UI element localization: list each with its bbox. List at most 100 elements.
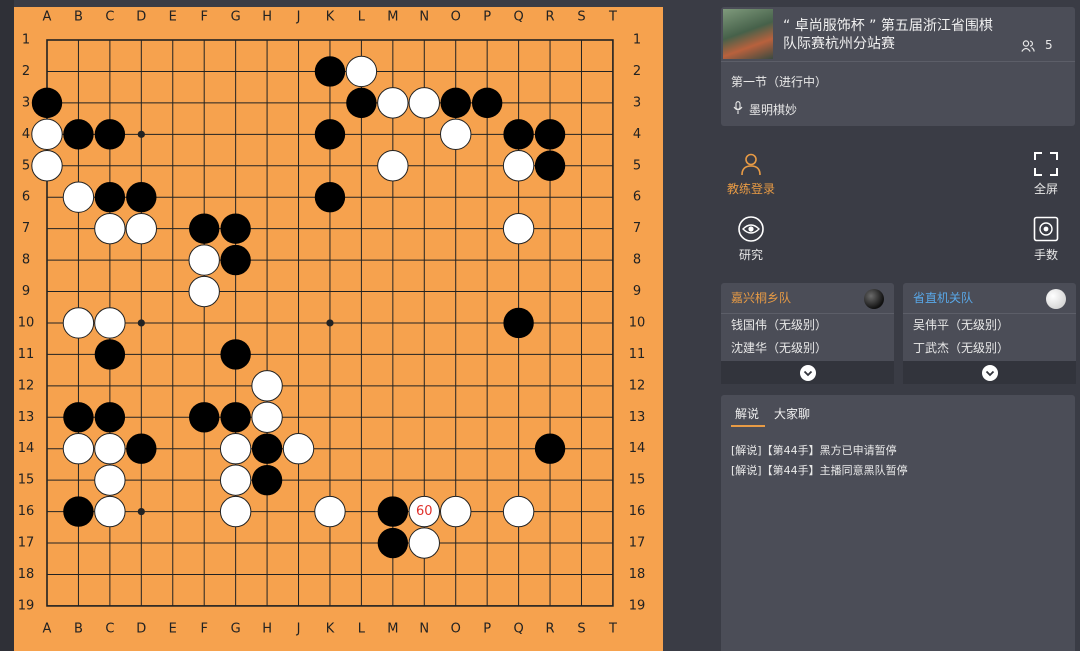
black-stone-icon (864, 289, 884, 309)
row-label-left: 12 (18, 378, 35, 393)
row-label-left: 3 (22, 95, 30, 110)
row-label-right: 16 (629, 504, 646, 519)
star-point (137, 508, 145, 516)
black-stone (94, 119, 126, 150)
fullscreen-button[interactable]: 全屏 (1020, 152, 1072, 197)
board-svg[interactable]: AABBCCDDEEFFGGHHJJKKLLMMNNOOPPQQRRSSTT1 1… (14, 7, 663, 651)
white-stone (219, 433, 252, 465)
white-stone (440, 495, 472, 528)
col-label-bottom: F (200, 622, 207, 637)
move-numbers-button[interactable]: 手数 (1020, 216, 1072, 263)
fullscreen-icon (1034, 152, 1058, 176)
col-label-top: L (358, 10, 366, 25)
black-stone (94, 182, 126, 213)
col-label-top: K (326, 10, 335, 25)
white-stone (314, 495, 346, 528)
white-stone (62, 307, 95, 339)
study-button[interactable]: 研究 (722, 216, 780, 263)
row-label-right: 10 (629, 315, 646, 330)
col-label-top: C (105, 10, 114, 25)
col-label-bottom: B (74, 622, 83, 637)
coach-login-button[interactable]: 教练登录 (722, 152, 780, 197)
black-stone (63, 402, 94, 433)
col-label-top: N (419, 10, 429, 25)
black-stone (94, 402, 126, 433)
col-label-top: B (74, 10, 83, 25)
star-point (326, 319, 334, 327)
row-label-right: 4 (633, 127, 641, 142)
black-stone (220, 244, 251, 276)
black-stone (377, 527, 409, 559)
panel-gap (663, 0, 720, 651)
white-stone (62, 433, 95, 465)
go-board[interactable]: AABBCCDDEEFFGGHHJJKKLLMMNNOOPPQQRRSSTT11… (14, 7, 663, 651)
player-white-1: 吴伟平（无级别） (913, 318, 1010, 332)
row-label-right: 7 (633, 221, 641, 236)
col-label-bottom: O (451, 622, 461, 637)
session-status: 第一节（进行中） (731, 75, 828, 89)
black-stone (346, 87, 377, 119)
white-stone (502, 212, 535, 245)
row-label-left: 13 (18, 410, 35, 425)
col-label-bottom: M (387, 622, 398, 637)
row-label-right: 5 (633, 158, 641, 173)
col-label-top: O (451, 10, 461, 25)
left-strip (0, 0, 14, 651)
match-title-line1: “ 卓尚服饰杯 ” 第五届浙江省围棋 (783, 18, 993, 34)
row-label-left: 10 (18, 315, 35, 330)
white-stone (188, 244, 220, 276)
row-label-right: 9 (633, 284, 641, 299)
col-label-top: S (577, 10, 585, 25)
black-stone (220, 339, 251, 370)
team-expand-button-black[interactable] (721, 361, 894, 384)
col-label-top: Q (513, 10, 523, 25)
col-label-bottom: C (105, 622, 114, 637)
col-label-top: F (200, 10, 207, 25)
black-stone (503, 307, 534, 339)
row-label-right: 6 (633, 190, 641, 205)
match-info-card: “ 卓尚服饰杯 ” 第五届浙江省围棋 队际赛杭州分站赛 5 第一节（进行中） 墨… (721, 7, 1075, 126)
card-divider (721, 61, 1075, 62)
white-stone (408, 527, 440, 559)
player-black-2: 沈建华（无级别） (731, 341, 828, 355)
tab-commentary[interactable]: 解说 (735, 405, 759, 422)
black-stone (126, 433, 157, 464)
white-stone (377, 87, 409, 119)
star-point (137, 319, 145, 327)
col-label-top: J (296, 10, 301, 25)
white-stone (31, 118, 63, 151)
white-stone (94, 212, 126, 245)
col-label-top: E (169, 10, 177, 25)
coach-login-label: 教练登录 (726, 182, 775, 196)
white-stone (502, 495, 535, 528)
white-stone (502, 150, 535, 182)
study-label: 研究 (738, 248, 763, 262)
white-stone (219, 495, 252, 528)
active-tab-underline (731, 425, 765, 427)
mic-icon (733, 101, 743, 114)
black-stone (63, 119, 94, 150)
white-stone (440, 118, 472, 151)
team-expand-button-white[interactable] (903, 361, 1076, 384)
white-stone (345, 55, 378, 88)
user-icon (741, 153, 761, 176)
row-label-right: 19 (629, 598, 646, 613)
black-stone (503, 119, 534, 150)
black-stone (440, 87, 471, 119)
black-stone (220, 402, 251, 433)
col-label-top: G (231, 10, 241, 25)
col-label-bottom: E (169, 622, 177, 637)
black-stone (314, 119, 346, 150)
col-label-bottom: D (136, 622, 146, 637)
black-stone (251, 464, 283, 496)
viewer-count: 5 (1045, 38, 1053, 52)
black-stone (534, 150, 566, 181)
col-label-top: D (136, 10, 146, 25)
row-label-left: 19 (18, 598, 35, 613)
move-number-icon (1033, 216, 1059, 242)
row-label-left: 15 (18, 473, 35, 488)
row-label-left: 11 (18, 347, 35, 362)
tab-chat[interactable]: 大家聊 (774, 405, 810, 422)
white-stone (94, 495, 126, 528)
commentator-name: 墨明棋妙 (749, 103, 798, 117)
